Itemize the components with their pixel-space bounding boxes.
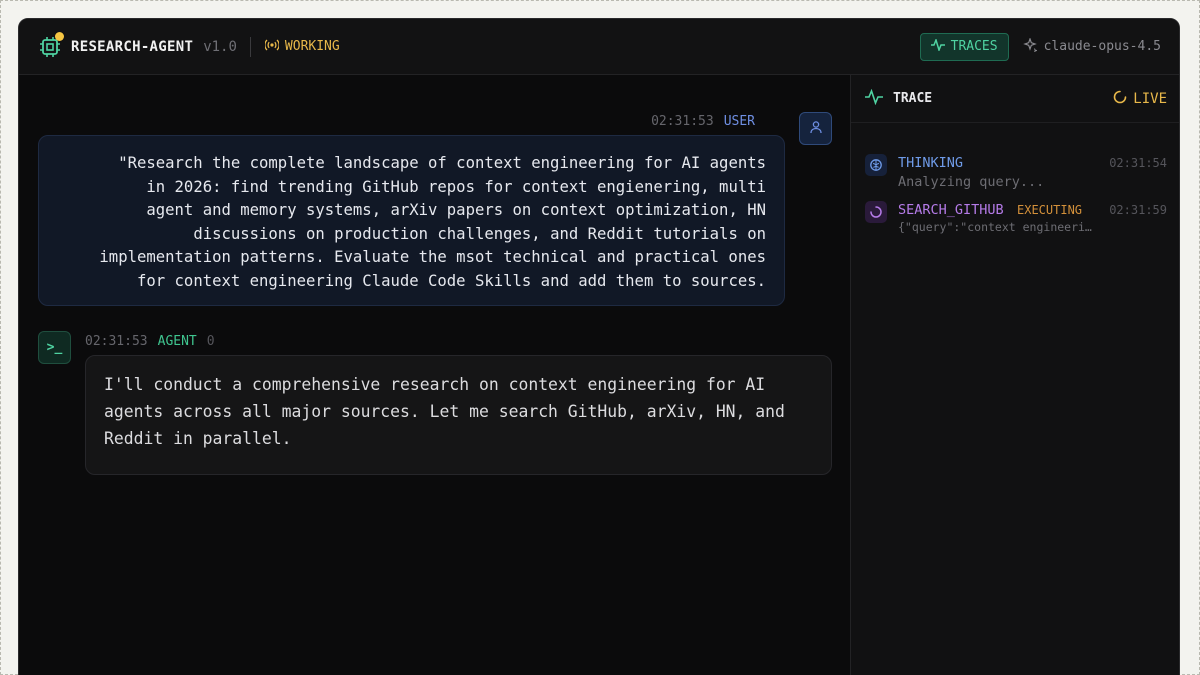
chat-panel: 02:31:53 USER "Research the complete lan…: [19, 75, 850, 675]
model-selector[interactable]: claude-opus-4.5: [1022, 36, 1161, 56]
trace-item-name: THINKING: [898, 155, 964, 171]
activity-icon: [930, 37, 945, 55]
agent-message-bubble: I'll conduct a comprehensive research on…: [85, 355, 832, 475]
sparkle-icon: [1022, 36, 1038, 56]
status-label: WORKING: [284, 39, 340, 54]
user-role-label: USER: [723, 114, 755, 129]
trace-header: TRACE LIVE: [851, 75, 1179, 123]
user-message-meta: 02:31:53 USER: [651, 114, 755, 129]
user-message-time: 02:31:53: [651, 114, 714, 129]
agent-avatar: >_: [38, 331, 71, 364]
agent-role-label: AGENT: [157, 334, 197, 349]
user-icon: [809, 119, 823, 138]
traces-button-label: TRACES: [950, 39, 998, 54]
app-header: RESEARCH-AGENT v1.0 WORKING TRACES claud…: [19, 19, 1179, 75]
agent-message-time: 02:31:53: [85, 334, 148, 349]
brain-icon: [865, 154, 887, 176]
app-version: v1.0: [203, 38, 237, 55]
trace-item-detail: {"query":"context engineeri…: [898, 220, 1092, 234]
loading-spinner-icon: [1113, 90, 1127, 108]
spinner-icon: [865, 201, 887, 223]
trace-item-time: 02:31:54: [1109, 156, 1167, 170]
traces-button[interactable]: TRACES: [919, 32, 1009, 61]
executing-badge: EXECUTING: [1017, 203, 1083, 217]
trace-title: TRACE: [893, 91, 933, 106]
broadcast-icon: [264, 39, 280, 55]
model-name: claude-opus-4.5: [1043, 39, 1161, 54]
app-title: RESEARCH-AGENT: [71, 38, 194, 55]
pulse-icon: [865, 88, 883, 109]
user-avatar: [799, 112, 832, 145]
activity-dot: [55, 31, 64, 41]
user-message-bubble: "Research the complete landscape of cont…: [38, 135, 785, 306]
chip-logo-icon: [39, 31, 64, 58]
trace-panel: TRACE LIVE THINKING 02:31:54 Analyzing q…: [850, 75, 1179, 675]
app-window: RESEARCH-AGENT v1.0 WORKING TRACES claud…: [18, 18, 1180, 675]
live-label: LIVE: [1133, 90, 1167, 107]
live-indicator: LIVE: [1113, 90, 1167, 108]
agent-message-meta: 02:31:53 AGENT 0: [85, 334, 215, 349]
status-indicator: WORKING: [264, 39, 340, 55]
header-actions: TRACES claude-opus-4.5: [919, 32, 1161, 61]
terminal-icon: >_: [46, 340, 63, 355]
header-divider: [249, 36, 251, 57]
trace-item-time: 02:31:59: [1109, 203, 1167, 217]
trace-item-detail: Analyzing query...: [898, 174, 1045, 190]
trace-item-name: SEARCH_GITHUB: [898, 202, 1004, 218]
agent-step-count: 0: [206, 334, 215, 349]
